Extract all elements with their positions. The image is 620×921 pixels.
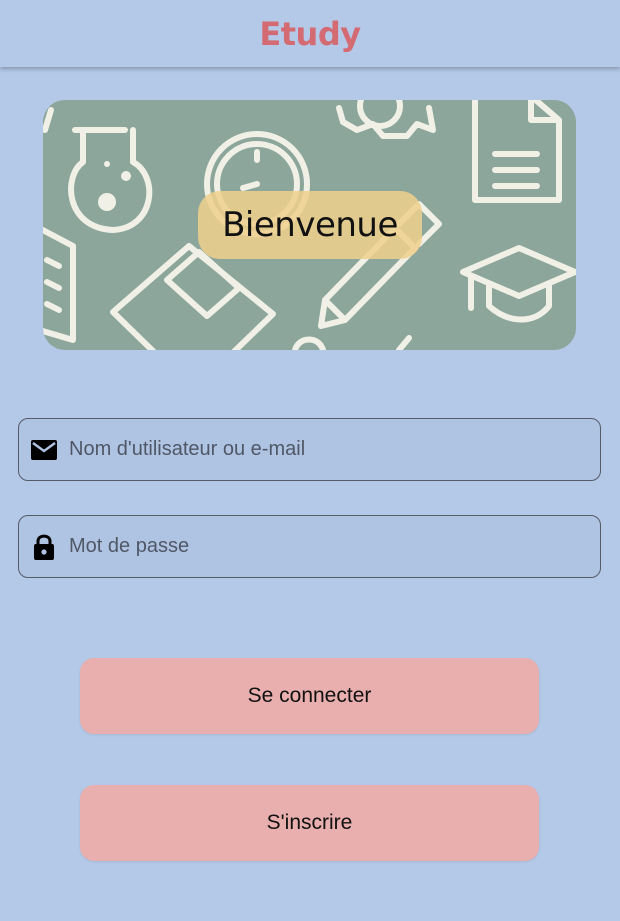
app-title: Etudy bbox=[259, 14, 361, 53]
welcome-heading: Bienvenue bbox=[222, 205, 398, 245]
lock-icon bbox=[19, 533, 69, 561]
mail-icon bbox=[19, 439, 69, 461]
app-bar: Etudy bbox=[0, 0, 620, 67]
password-input[interactable] bbox=[69, 526, 569, 567]
password-field[interactable] bbox=[18, 515, 601, 578]
username-field[interactable] bbox=[18, 418, 601, 481]
welcome-badge: Bienvenue bbox=[198, 191, 422, 259]
register-button[interactable]: S'inscrire bbox=[80, 785, 539, 861]
login-button[interactable]: Se connecter bbox=[80, 658, 539, 734]
username-input[interactable] bbox=[69, 429, 569, 470]
